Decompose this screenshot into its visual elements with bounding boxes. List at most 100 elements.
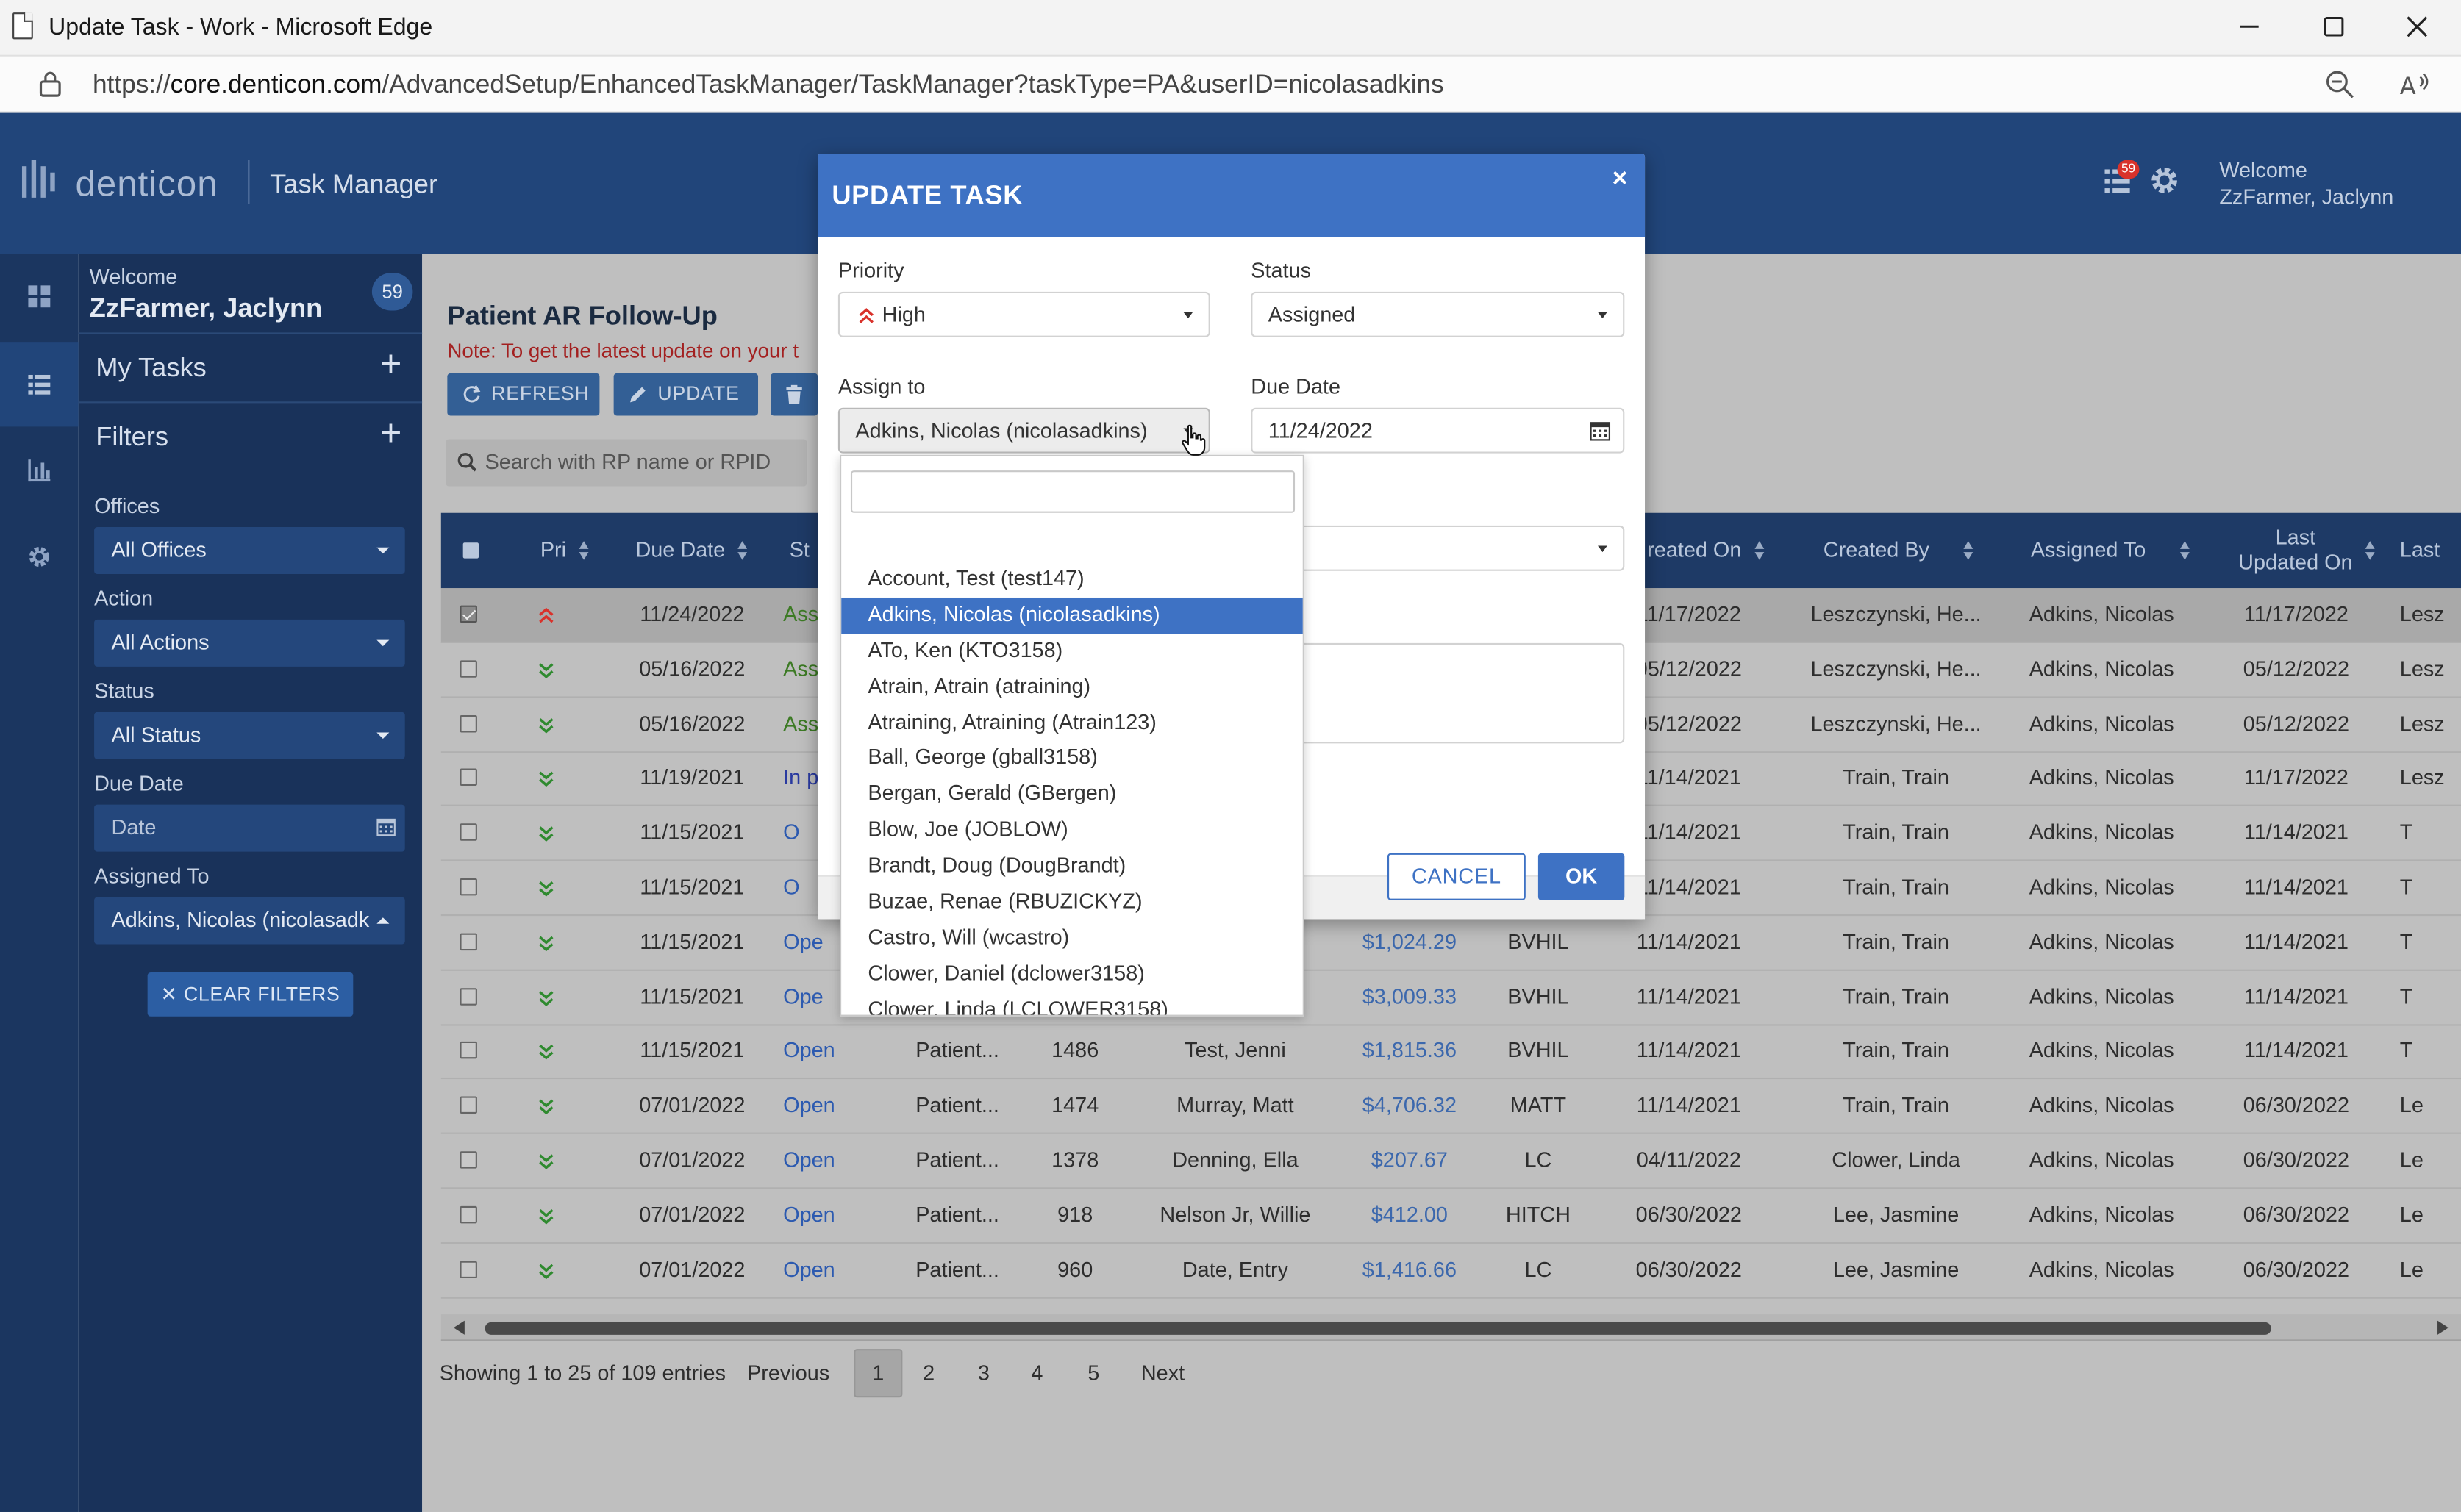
modal-close-button[interactable]: × bbox=[1612, 163, 1627, 195]
rail-settings[interactable] bbox=[0, 515, 79, 599]
refresh-button[interactable]: REFRESH bbox=[447, 373, 600, 416]
comments-textarea[interactable] bbox=[1251, 642, 1625, 744]
row-checkbox[interactable] bbox=[460, 1260, 477, 1278]
maximize-button[interactable] bbox=[2313, 10, 2354, 47]
column-header-created-on[interactable]: reated On bbox=[1628, 513, 1785, 588]
table-row[interactable]: 07/01/2022 Open Patient... 918 Nelson Jr, Wi… bbox=[440, 1189, 2461, 1244]
plus-icon[interactable]: + bbox=[380, 415, 402, 453]
dropdown-option[interactable]: Bergan, Gerald (GBergen) bbox=[841, 777, 1303, 813]
status-field-select[interactable]: Assigned bbox=[1251, 291, 1625, 337]
cell-amount: $3,009.33 bbox=[1362, 984, 1457, 1008]
pager-page-3[interactable]: 3 bbox=[978, 1361, 990, 1385]
dropdown-option[interactable]: Adkins, Nicolas (nicolasadkins) bbox=[841, 597, 1303, 634]
column-header-created-by[interactable]: Created By bbox=[1812, 513, 1985, 588]
dropdown-option[interactable]: Clower, Linda (LCLOWER3158) bbox=[841, 992, 1303, 1014]
rail-tasks[interactable] bbox=[0, 342, 79, 427]
address-bar[interactable]: https://core.denticon.com/AdvancedSetup/… bbox=[0, 56, 2461, 113]
dropdown-option[interactable]: Buzae, Renae (RBUZICKYZ) bbox=[841, 884, 1303, 920]
dropdown-option[interactable]: Clower, Daniel (dclower3158) bbox=[841, 956, 1303, 992]
dropdown-option[interactable]: ATo, Ken (KTO3158) bbox=[841, 634, 1303, 670]
table-row[interactable]: 11/15/2021 Ope $1,024.29 BVHIL 11/14/2021 Tra… bbox=[440, 916, 2461, 971]
status-select[interactable]: All Status bbox=[94, 712, 405, 759]
table-row[interactable]: 11/15/2021 Ope $3,009.33 BVHIL 11/14/2021 Tra… bbox=[440, 970, 2461, 1025]
pager-next[interactable]: Next bbox=[1141, 1361, 1185, 1385]
dropdown-option[interactable]: Blow, Joe (JOBLOW) bbox=[841, 813, 1303, 849]
dropdown-option[interactable]: Brandt, Doug (DougBrandt) bbox=[841, 849, 1303, 885]
assigned-to-select[interactable]: Adkins, Nicolas (nicolasadk bbox=[94, 897, 405, 945]
due-date-input[interactable]: Date bbox=[94, 804, 405, 852]
calendar-icon[interactable] bbox=[376, 817, 396, 836]
pager-previous[interactable]: Previous bbox=[747, 1361, 829, 1385]
pager-page-1[interactable]: 1 bbox=[854, 1349, 903, 1398]
row-checkbox[interactable] bbox=[460, 659, 477, 678]
zoom-icon[interactable] bbox=[2323, 68, 2357, 102]
rail-reports[interactable] bbox=[0, 429, 79, 513]
low-priority-icon bbox=[539, 1045, 554, 1061]
plus-icon[interactable]: + bbox=[380, 346, 402, 384]
table-row[interactable]: 07/01/2022 Open Patient... 1378 Denning, Ell… bbox=[440, 1134, 2461, 1189]
cell-office: BVHIL bbox=[1507, 1039, 1569, 1063]
my-tasks-section[interactable]: My Tasks + bbox=[78, 332, 423, 401]
row-checkbox[interactable] bbox=[460, 1205, 477, 1223]
row-checkbox[interactable] bbox=[460, 605, 477, 623]
row-checkbox[interactable] bbox=[460, 1042, 477, 1060]
scroll-right-icon[interactable] bbox=[2436, 1320, 2449, 1335]
filters-section[interactable]: Filters + bbox=[78, 401, 423, 470]
column-header-status[interactable]: St bbox=[790, 513, 821, 588]
read-aloud-icon[interactable]: A bbox=[2397, 68, 2432, 102]
url-text[interactable]: https://core.denticon.com/AdvancedSetup/… bbox=[93, 71, 1444, 101]
row-checkbox[interactable] bbox=[460, 1096, 477, 1114]
select-all-checkbox[interactable] bbox=[460, 513, 482, 588]
pager-page-2[interactable]: 2 bbox=[923, 1361, 935, 1385]
row-checkbox[interactable] bbox=[460, 878, 477, 896]
scrollbar-thumb[interactable] bbox=[485, 1322, 2271, 1335]
gear-icon[interactable] bbox=[2149, 165, 2180, 196]
column-header-priority[interactable]: Pri bbox=[520, 513, 611, 588]
table-row[interactable]: 07/01/2022 Open Patient... 960 Date, Entry $1… bbox=[440, 1243, 2461, 1298]
rail-dashboard[interactable] bbox=[0, 254, 79, 339]
priority-select[interactable]: High bbox=[837, 291, 1210, 337]
offices-select[interactable]: All Offices bbox=[94, 526, 405, 574]
dropdown-option[interactable]: Atrain, Atrain (atraining) bbox=[841, 669, 1303, 705]
scroll-left-icon[interactable] bbox=[453, 1320, 466, 1335]
update-button[interactable]: UPDATE bbox=[613, 373, 759, 416]
horizontal-scrollbar[interactable] bbox=[440, 1314, 2461, 1341]
row-checkbox[interactable] bbox=[460, 1151, 477, 1169]
table-row[interactable]: 11/15/2021 Open Patient... 1486 Test, Jenni $… bbox=[440, 1025, 2461, 1080]
action-select[interactable]: All Actions bbox=[94, 619, 405, 667]
assign-to-select[interactable]: Adkins, Nicolas (nicolasadkins) bbox=[837, 407, 1210, 454]
dropdown-option[interactable]: Atraining, Atraining (Atrain123) bbox=[841, 705, 1303, 741]
row-checkbox[interactable] bbox=[460, 933, 477, 950]
cell-created-on: 11/14/2021 bbox=[1636, 1039, 1741, 1063]
ok-button[interactable]: OK bbox=[1537, 853, 1625, 900]
minimize-button[interactable] bbox=[2229, 10, 2269, 47]
cell-office: LC bbox=[1524, 1147, 1552, 1172]
pager-page-4[interactable]: 4 bbox=[1031, 1361, 1043, 1385]
column-header-last[interactable]: Last bbox=[2400, 513, 2461, 588]
calendar-icon[interactable] bbox=[1590, 420, 1611, 441]
row-checkbox[interactable] bbox=[460, 714, 477, 732]
column-header-assigned-to[interactable]: Assigned To bbox=[2017, 513, 2205, 588]
dropdown-option[interactable]: Castro, Will (wcastro) bbox=[841, 920, 1303, 956]
dropdown-search-input[interactable] bbox=[850, 470, 1296, 513]
row-checkbox[interactable] bbox=[460, 769, 477, 787]
close-window-button[interactable] bbox=[2397, 10, 2437, 47]
column-header-last-updated-on[interactable]: Last Updated On bbox=[2221, 513, 2393, 588]
clear-filters-button[interactable]: ✕ CLEAR FILTERS bbox=[147, 972, 354, 1017]
row-checkbox[interactable] bbox=[460, 987, 477, 1005]
table-row[interactable]: 07/01/2022 Open Patient... 1474 Murray, Matt… bbox=[440, 1079, 2461, 1135]
cancel-button[interactable]: CANCEL bbox=[1387, 853, 1526, 900]
notification-badge: 59 bbox=[2117, 160, 2140, 179]
low-priority-icon bbox=[539, 826, 554, 842]
cell-created-by: Train, Train bbox=[1843, 1039, 1949, 1063]
search-input[interactable]: Search with RP name or RPID bbox=[446, 439, 807, 487]
dropdown-option[interactable]: Account, Test (test147) bbox=[841, 562, 1303, 598]
dropdown-option[interactable]: Ball, George (gball3158) bbox=[841, 741, 1303, 777]
hidden-field-select[interactable] bbox=[1251, 525, 1625, 571]
cell-due-date: 07/01/2022 bbox=[639, 1147, 746, 1172]
due-date-field-input[interactable]: 11/24/2022 bbox=[1251, 407, 1625, 454]
row-checkbox[interactable] bbox=[460, 823, 477, 842]
column-header-due-date[interactable]: Due Date bbox=[614, 513, 771, 588]
pager-page-5[interactable]: 5 bbox=[1087, 1361, 1099, 1385]
delete-button[interactable] bbox=[771, 373, 818, 416]
